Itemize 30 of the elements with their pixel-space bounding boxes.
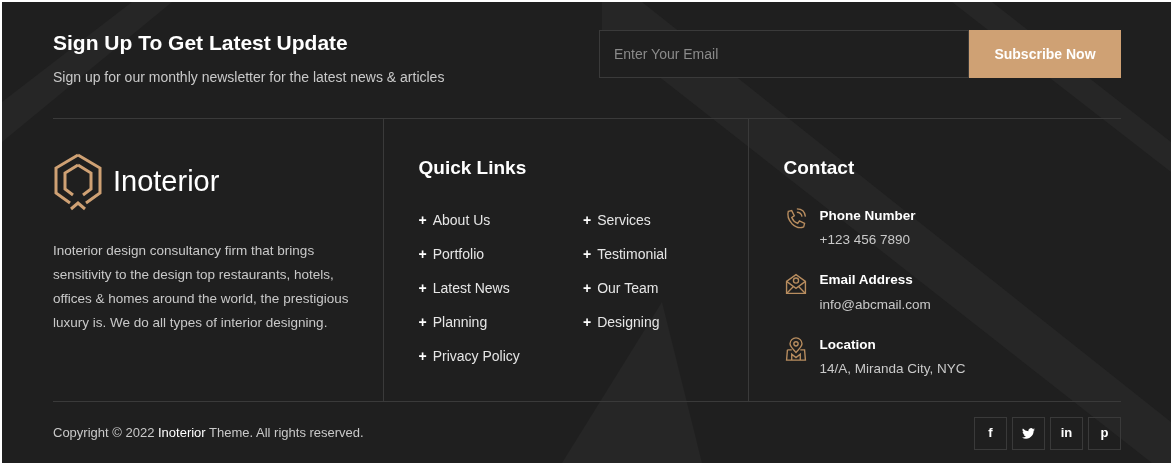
quick-link[interactable]: + Testimonial bbox=[583, 243, 748, 278]
quick-link[interactable]: + Planning bbox=[418, 311, 583, 346]
quick-link[interactable]: + Our Team bbox=[583, 277, 748, 312]
about-text: Inoterior design consultancy firm that brings sensitivity to the design top restaurants, hotels, offices & homes around the world, the prestigious luxury is. We do all types of interior designing. bbox=[53, 242, 350, 332]
contact-value: 14/A, Miranda City, NYC bbox=[819, 360, 966, 379]
quick-link[interactable]: + Latest News bbox=[418, 277, 583, 312]
social-link[interactable]: p bbox=[1088, 416, 1121, 450]
quick-link[interactable]: + Services bbox=[583, 209, 748, 244]
contact-label: Location bbox=[819, 335, 877, 354]
contact-value: +123 456 7890 bbox=[819, 231, 911, 250]
contact-label: Email Address bbox=[819, 271, 914, 290]
copyright-text: Copyright © 2022 Inoterior Theme. All rights reserved. bbox=[53, 424, 364, 443]
brand-name: Inoterior bbox=[113, 164, 220, 200]
location-icon bbox=[783, 336, 808, 361]
quick-links-title: Quick Links bbox=[418, 157, 528, 180]
logo-icon bbox=[53, 153, 103, 211]
newsletter-title: Sign Up To Get Latest Update bbox=[53, 30, 349, 56]
newsletter-subtitle: Sign up for our monthly newsletter for the latest news & articles bbox=[53, 68, 445, 88]
email-field[interactable]: Enter Your Email bbox=[599, 30, 969, 78]
quick-link[interactable]: + About Us bbox=[418, 209, 583, 244]
contact-title: Contact bbox=[783, 157, 856, 180]
email-icon bbox=[783, 272, 808, 297]
quick-link[interactable]: + Privacy Policy bbox=[418, 345, 583, 380]
social-link[interactable]: in bbox=[1050, 416, 1083, 450]
social-link[interactable]: f bbox=[974, 416, 1007, 450]
twitter-bird-icon[interactable] bbox=[1012, 416, 1045, 450]
quick-link[interactable]: + Portfolio bbox=[418, 243, 583, 278]
contact-value: info@abcmail.com bbox=[819, 295, 931, 314]
quick-link[interactable]: + Designing bbox=[583, 311, 748, 346]
contact-label: Phone Number bbox=[819, 206, 916, 225]
